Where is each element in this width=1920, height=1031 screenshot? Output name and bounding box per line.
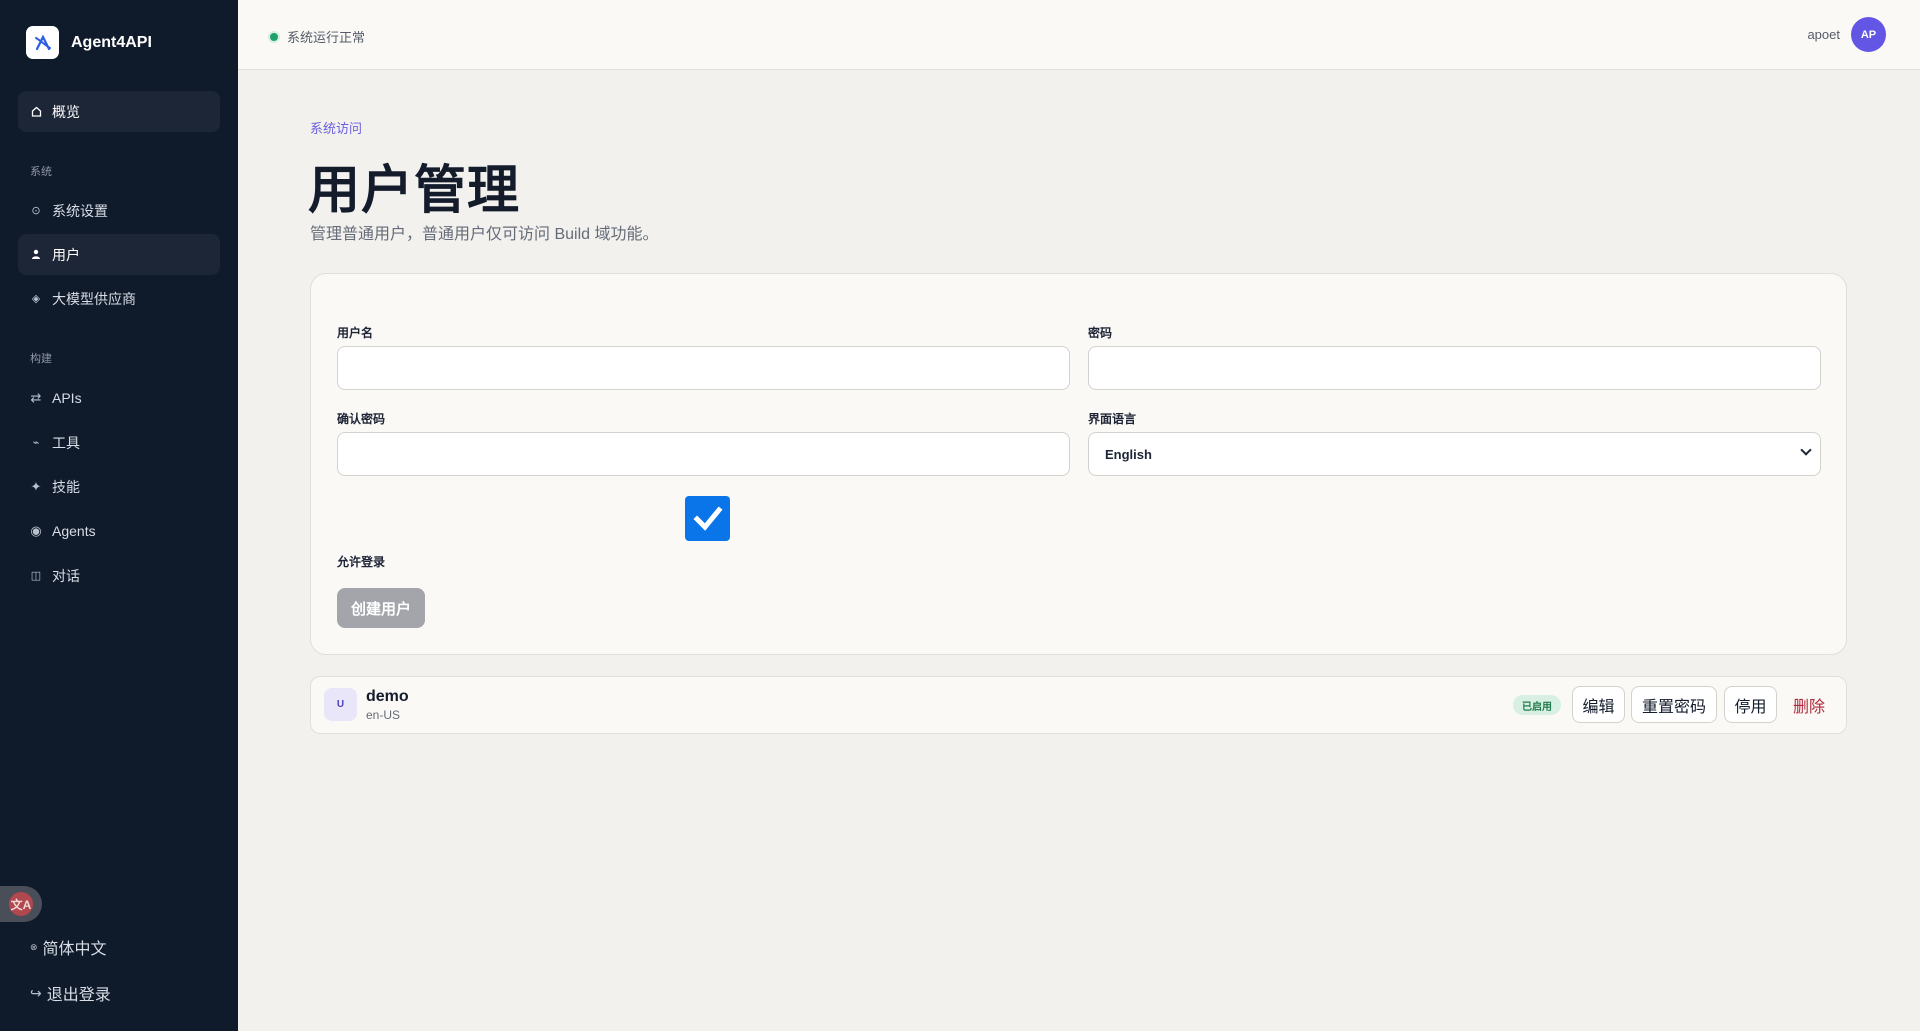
system-status: 系统运行正常 — [270, 27, 365, 46]
user-menu[interactable]: apoet AP — [1807, 17, 1886, 52]
agent-icon: ◉ — [30, 522, 42, 538]
translate-icon: 文A — [9, 892, 33, 916]
status-badge: 已启用 — [1513, 695, 1561, 715]
tool-icon: ⌁ — [32, 437, 40, 449]
page-description: 管理普通用户，普通用户仅可访问 Build 域功能。 — [310, 226, 659, 243]
checkmark-icon — [692, 505, 723, 531]
avatar[interactable]: AP — [1851, 17, 1886, 52]
user-avatar: U — [324, 688, 357, 721]
sidebar-item-label: 工具 — [52, 434, 80, 451]
language-label: 界面语言 — [1088, 412, 1137, 426]
password-label: 密码 — [1088, 326, 1113, 340]
page-eyebrow: 系统访问 — [310, 121, 363, 136]
sidebar-item-label: Agents — [52, 522, 96, 539]
sidebar-item-agents[interactable]: ◉ Agents — [18, 510, 220, 551]
password-input[interactable] — [1088, 346, 1821, 390]
confirm-password-label: 确认密码 — [337, 412, 386, 426]
language-select[interactable]: English — [1088, 432, 1821, 476]
user-name: demo — [366, 688, 409, 705]
sidebar-item-label: 大模型供应商 — [52, 290, 136, 307]
reset-password-button[interactable]: 重置密码 — [1631, 686, 1717, 723]
logout-icon: ↪ — [30, 984, 42, 1001]
confirm-password-input[interactable] — [337, 432, 1070, 476]
chevron-down-icon — [1800, 444, 1812, 456]
app-name: Agent4API — [71, 33, 152, 51]
page-title: 用户管理 — [308, 162, 521, 220]
sidebar-item-overview[interactable]: 概览 — [18, 91, 220, 132]
current-username: apoet — [1807, 27, 1840, 42]
sidebar-item-tools[interactable]: ⌁ 工具 — [18, 422, 220, 463]
globe-icon: ⊗ — [30, 941, 38, 952]
status-text: 系统运行正常 — [287, 30, 366, 45]
sidebar-item-label: 对话 — [52, 567, 80, 584]
sidebar-item-apis[interactable]: ⇄ APIs — [18, 377, 220, 418]
allow-login-label: 允许登录 — [337, 555, 386, 569]
sidebar-item-label: 系统设置 — [52, 202, 108, 219]
status-dot-icon — [270, 32, 278, 41]
user-icon — [30, 249, 42, 260]
sidebar-item-conversations[interactable]: ◫ 对话 — [18, 555, 220, 596]
chat-icon: ◫ — [30, 570, 42, 582]
diamond-icon: ◈ — [31, 293, 41, 305]
sidebar-item-system-settings[interactable]: ⊙ 系统设置 — [18, 190, 220, 231]
language-switcher[interactable]: ⊗ 简体中文 — [30, 935, 107, 959]
create-user-form: 用户名 密码 确认密码 界面语言 English 允许登录 创建用户 — [310, 273, 1847, 655]
username-label: 用户名 — [337, 326, 374, 340]
sidebar-item-label: APIs — [52, 389, 82, 406]
settings-icon: ⊙ — [31, 205, 41, 217]
sidebar-item-label: 用户 — [52, 246, 80, 263]
username-input[interactable] — [337, 346, 1070, 390]
user-locale: en-US — [366, 708, 401, 722]
swap-arrows-icon: ⇄ — [30, 389, 42, 405]
sidebar: Agent4API 概览 系统 ⊙ 系统设置 用户 ◈ 大模型供应商 构建 ⇄ … — [0, 0, 238, 1031]
section-label-system: 系统 — [30, 166, 52, 178]
sidebar-item-label: 技能 — [52, 478, 80, 495]
language-select-value: English — [1105, 446, 1152, 462]
delete-button[interactable]: 删除 — [1793, 686, 1825, 723]
translate-button[interactable]: 文A — [0, 886, 42, 922]
edit-button[interactable]: 编辑 — [1572, 686, 1625, 723]
section-label-build: 构建 — [30, 353, 52, 365]
language-label: 简体中文 — [42, 941, 107, 958]
disable-button[interactable]: 停用 — [1724, 686, 1777, 723]
home-icon — [30, 106, 42, 117]
sparkle-icon: ✦ — [30, 478, 42, 494]
brand[interactable]: Agent4API — [26, 26, 152, 59]
top-bar: 系统运行正常 apoet AP — [238, 0, 1920, 70]
list-item: U demo en-US 已启用 编辑 重置密码 停用 删除 — [310, 676, 1847, 734]
create-user-button[interactable]: 创建用户 — [337, 588, 426, 628]
allow-login-checkbox[interactable] — [685, 496, 730, 541]
sidebar-item-skills[interactable]: ✦ 技能 — [18, 466, 220, 507]
app-logo-icon — [26, 26, 59, 59]
logout-label: 退出登录 — [46, 987, 111, 1004]
sidebar-item-llm-providers[interactable]: ◈ 大模型供应商 — [18, 278, 220, 319]
logout-button[interactable]: ↪ 退出登录 — [30, 981, 111, 1005]
sidebar-item-label: 概览 — [52, 103, 80, 120]
sidebar-item-users[interactable]: 用户 — [18, 234, 220, 275]
